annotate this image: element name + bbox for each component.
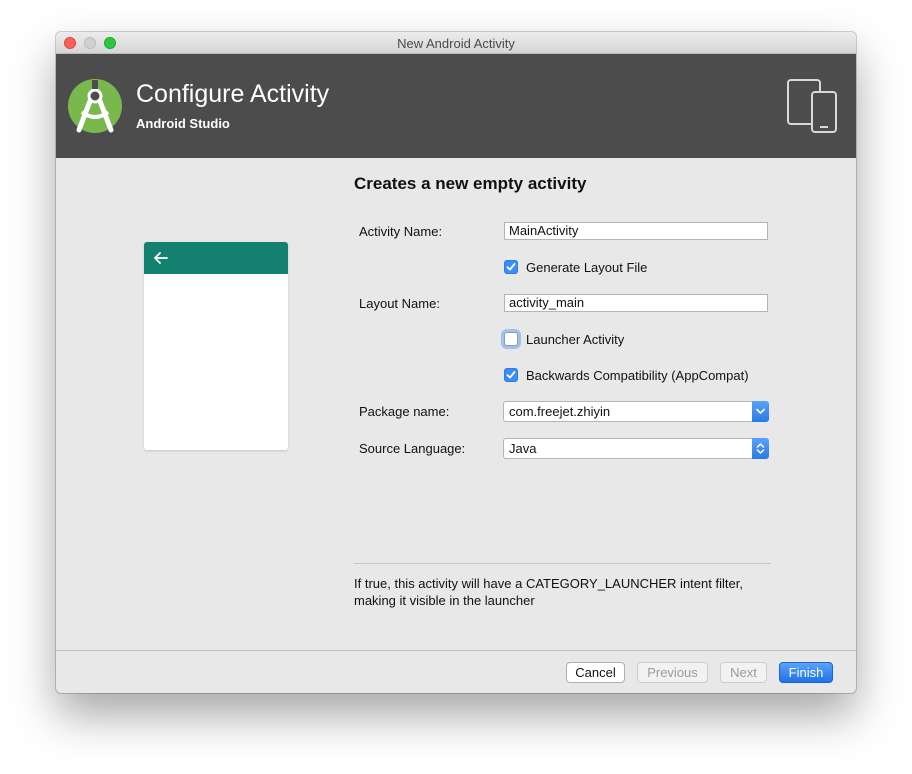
help-line-1: If true, this activity will have a CATEG… <box>354 576 743 591</box>
backwards-compat-label: Backwards Compatibility (AppCompat) <box>526 368 749 383</box>
android-studio-logo-icon <box>68 76 124 136</box>
header-title: Configure Activity <box>136 80 330 108</box>
source-language-label: Source Language: <box>359 441 466 456</box>
source-language-select[interactable]: Java <box>503 438 769 459</box>
up-down-chevron-icon[interactable] <box>752 438 769 459</box>
help-divider <box>354 563 771 564</box>
preview-toolbar <box>144 242 288 274</box>
package-name-combobox[interactable]: com.freejet.zhiyin <box>503 401 769 422</box>
package-name-value: com.freejet.zhiyin <box>509 404 611 419</box>
finish-button[interactable]: Finish <box>779 662 833 683</box>
layout-name-input[interactable]: activity_main <box>504 294 768 312</box>
source-language-value: Java <box>509 441 537 456</box>
launcher-activity-label: Launcher Activity <box>526 332 625 347</box>
package-name-label: Package name: <box>359 404 450 419</box>
next-button[interactable]: Next <box>720 662 767 683</box>
chevron-down-icon[interactable] <box>752 401 769 422</box>
cancel-button[interactable]: Cancel <box>566 662 625 683</box>
generate-layout-checkbox[interactable] <box>504 260 518 274</box>
phone-tablet-icon <box>786 78 840 134</box>
window-title: New Android Activity <box>397 36 515 51</box>
previous-button[interactable]: Previous <box>637 662 708 683</box>
activity-preview <box>144 242 288 450</box>
title-bar: New Android Activity <box>56 32 856 54</box>
arrow-left-icon <box>152 249 170 267</box>
form-title: Creates a new empty activity <box>354 174 587 193</box>
layout-name-label: Layout Name: <box>359 296 440 311</box>
launcher-activity-checkbox[interactable] <box>504 332 518 346</box>
activity-name-input[interactable]: MainActivity <box>504 222 768 240</box>
help-line-2: making it visible in the launcher <box>354 593 535 608</box>
activity-name-label: Activity Name: <box>359 224 443 239</box>
header-banner: Configure Activity Android Studio <box>56 54 856 158</box>
backwards-compat-checkbox[interactable] <box>504 368 518 382</box>
generate-layout-label: Generate Layout File <box>526 260 648 275</box>
header-subtitle: Android Studio <box>136 116 230 131</box>
dialog-window: New Android Activity Configure Activity … <box>56 32 856 693</box>
help-description: If true, this activity will have a CATEG… <box>354 575 794 609</box>
footer-divider <box>56 650 856 651</box>
